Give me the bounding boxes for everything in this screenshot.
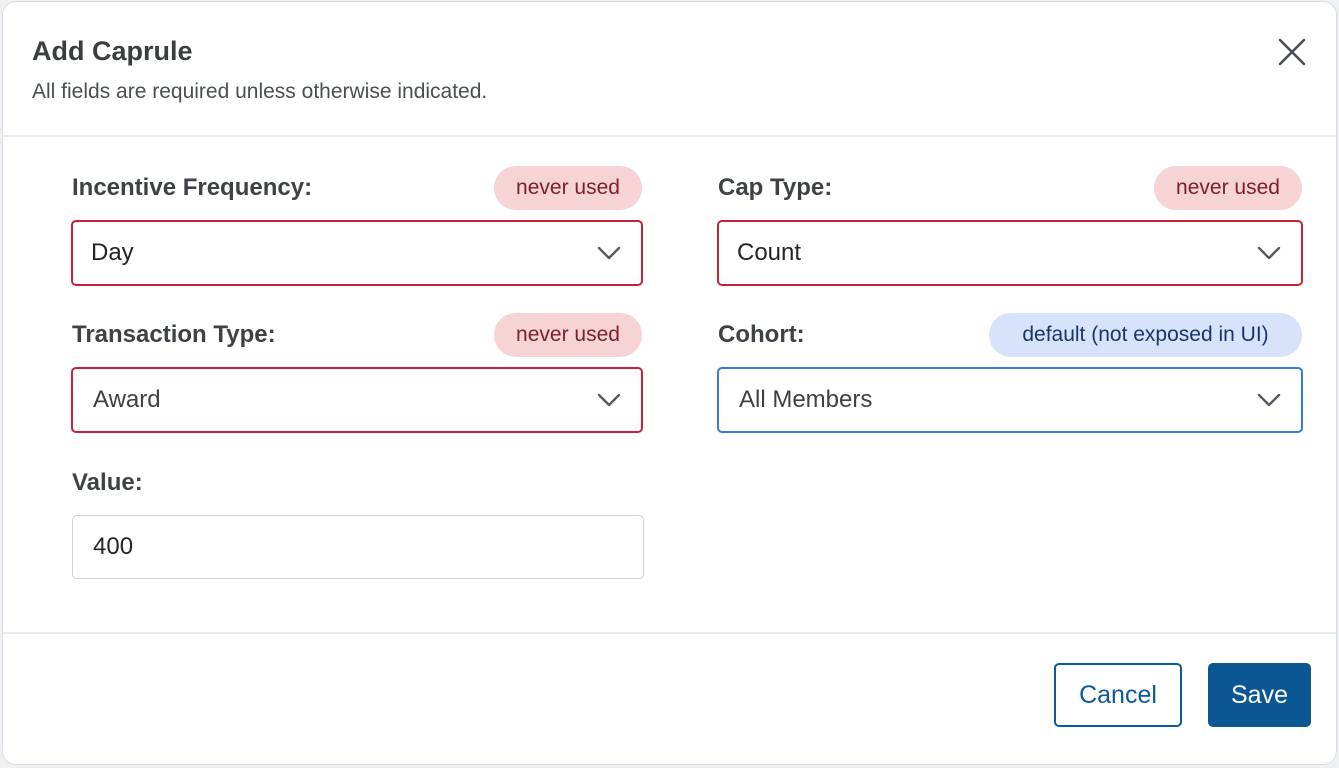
cohort-label: Cohort: [718, 321, 805, 348]
cap-type-select[interactable]: Count [717, 220, 1303, 286]
incentive-frequency-select[interactable]: Day [71, 220, 643, 286]
chevron-down-icon [597, 390, 621, 410]
chevron-down-icon [1257, 390, 1281, 410]
save-button[interactable]: Save [1208, 663, 1311, 727]
cancel-button[interactable]: Cancel [1054, 663, 1182, 727]
dialog-title: Add Caprule [32, 36, 193, 66]
cohort-value: All Members [739, 386, 873, 413]
dialog-footer: Cancel Save [3, 632, 1336, 764]
transaction-type-label: Transaction Type: [72, 321, 276, 348]
cap-type-label: Cap Type: [718, 174, 833, 201]
cohort-select[interactable]: All Members [717, 367, 1303, 433]
value-input[interactable]: 400 [72, 515, 644, 579]
incentive-frequency-label: Incentive Frequency: [72, 174, 313, 201]
incentive-frequency-value: Day [91, 239, 134, 266]
value-label: Value: [72, 469, 143, 496]
incentive-frequency-badge: never used [494, 166, 642, 210]
chevron-down-icon [1257, 243, 1281, 263]
add-caprule-dialog: Add Caprule All fields are required unle… [2, 1, 1337, 765]
transaction-type-value: Award [93, 386, 161, 413]
cap-type-value: Count [737, 239, 802, 266]
transaction-type-badge: never used [494, 313, 642, 357]
transaction-type-select[interactable]: Award [71, 367, 643, 433]
dialog-header: Add Caprule All fields are required unle… [3, 2, 1336, 137]
cohort-badge: default (not exposed in UI) [989, 313, 1302, 357]
close-icon [1276, 36, 1308, 68]
close-button[interactable] [1276, 36, 1308, 68]
dialog-subtitle: All fields are required unless otherwise… [32, 80, 488, 103]
chevron-down-icon [597, 243, 621, 263]
cap-type-badge: never used [1154, 166, 1302, 210]
